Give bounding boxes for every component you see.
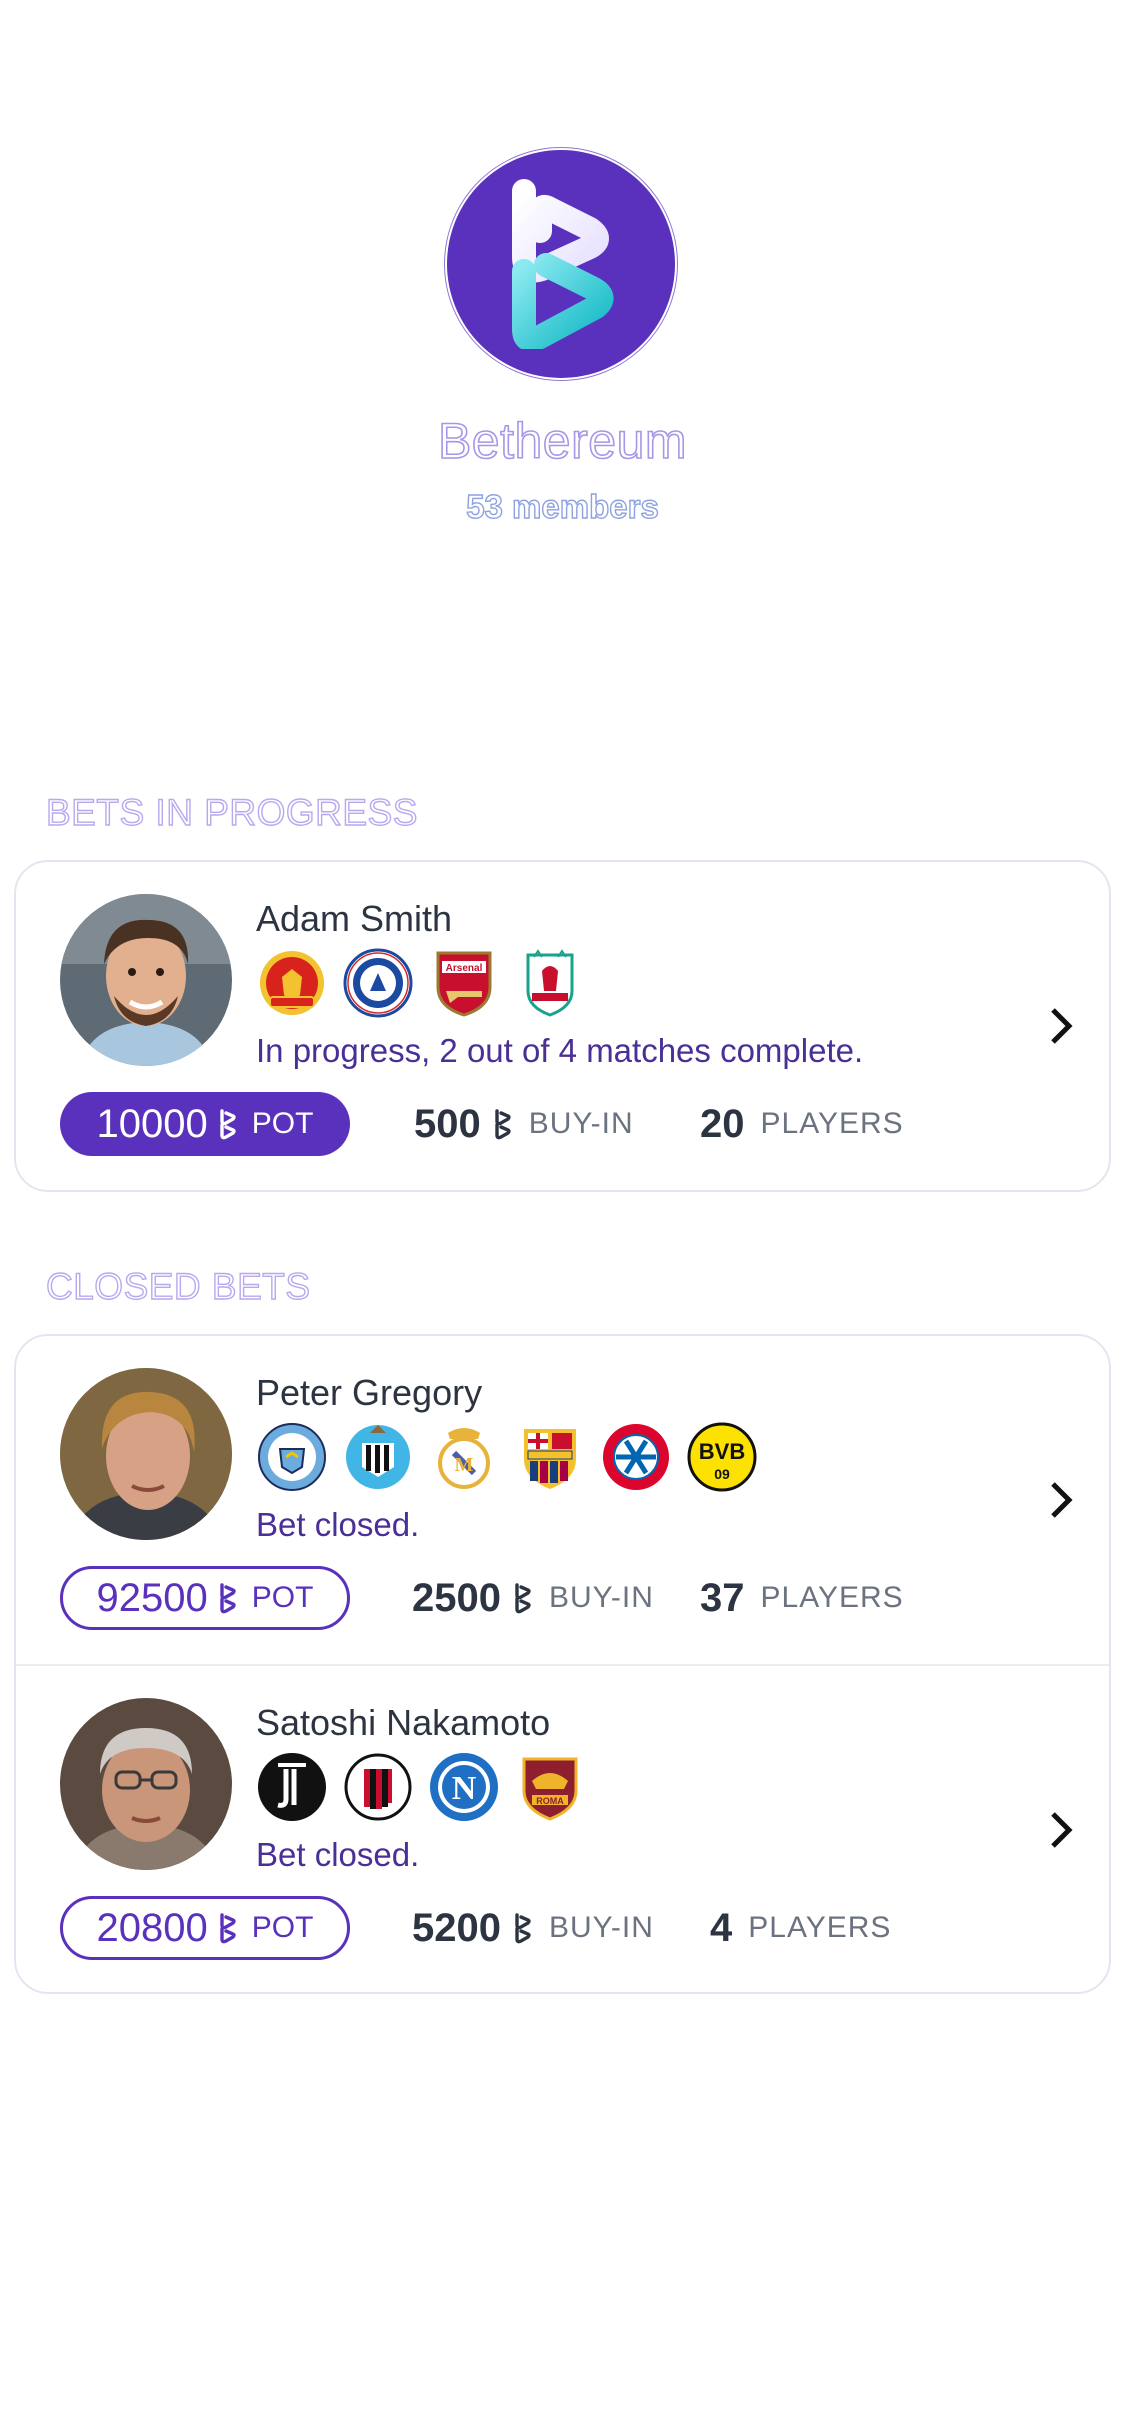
svg-text:09: 09 bbox=[714, 1466, 730, 1482]
section-title-in-progress: BETS IN PROGRESS bbox=[45, 791, 418, 833]
fc-barcelona-crest-icon bbox=[524, 1429, 576, 1489]
chelsea-crest-icon bbox=[343, 948, 413, 1018]
players-value: 4 bbox=[710, 1905, 733, 1950]
ac-milan-crest-icon bbox=[344, 1753, 412, 1821]
players-stat: 20 PLAYERS bbox=[700, 1092, 904, 1156]
bethereum-logo-icon bbox=[512, 179, 614, 349]
avatar bbox=[60, 1698, 232, 1870]
napoli-crest-icon: N bbox=[430, 1753, 498, 1821]
players-value: 20 bbox=[700, 1101, 745, 1146]
player-name: Peter Gregory bbox=[256, 1372, 483, 1413]
players-stat: 4 PLAYERS bbox=[710, 1896, 891, 1960]
pot-label: POT bbox=[251, 1581, 314, 1614]
players-label: PLAYERS bbox=[760, 1581, 904, 1614]
bet-stats: 92500 POT 2500 BUY-IN 37 PLAYERS bbox=[60, 1566, 1080, 1632]
real-madrid-crest-icon: M bbox=[438, 1428, 490, 1489]
pot-badge: 92500 POT bbox=[60, 1566, 350, 1630]
pot-value: 92500 bbox=[96, 1575, 208, 1620]
bet-status: Bet closed. bbox=[256, 1836, 420, 1873]
bethereum-coin-icon bbox=[220, 1109, 236, 1140]
bet-stats: 10000 POT 500 BUY-IN 20 PLAYERS bbox=[60, 1092, 1080, 1158]
avatar-image bbox=[60, 894, 232, 1066]
bethereum-coin-icon bbox=[220, 1913, 236, 1944]
player-name: Adam Smith bbox=[256, 898, 453, 939]
team-logos: M BVB 09 bbox=[256, 1420, 758, 1494]
group-name: Bethereum bbox=[437, 412, 688, 470]
team-logos: Arsenal bbox=[256, 946, 586, 1020]
buyin-value: 5200 bbox=[412, 1905, 501, 1950]
buyin-label: BUY-IN bbox=[548, 1911, 654, 1944]
pot-value: 10000 bbox=[96, 1101, 208, 1146]
svg-text:Arsenal: Arsenal bbox=[446, 963, 483, 974]
svg-text:BVB: BVB bbox=[699, 1439, 745, 1464]
svg-text:M: M bbox=[455, 1454, 474, 1476]
team-logos: N ROMA bbox=[256, 1750, 586, 1824]
bet-status: Bet closed. bbox=[256, 1506, 420, 1543]
liverpool-crest-icon bbox=[526, 949, 574, 1017]
fc-bayern-crest-icon bbox=[603, 1424, 669, 1490]
buyin-stat: 500 BUY-IN bbox=[414, 1092, 634, 1156]
players-value: 37 bbox=[700, 1575, 745, 1620]
in-progress-card: Adam Smith Arsenal In progress, 2 out of… bbox=[14, 860, 1111, 1192]
arsenal-crest-icon: Arsenal bbox=[436, 951, 492, 1017]
juventus-crest-icon bbox=[258, 1753, 326, 1821]
newcastle-united-crest-icon bbox=[346, 1425, 410, 1489]
buyin-value: 2500 bbox=[412, 1575, 501, 1620]
bethereum-coin-icon bbox=[515, 1583, 531, 1614]
group-member-count: 53 members bbox=[465, 487, 659, 525]
avatar bbox=[60, 1368, 232, 1540]
buyin-value: 500 bbox=[414, 1101, 481, 1146]
avatar-image bbox=[60, 1368, 232, 1540]
player-name: Satoshi Nakamoto bbox=[256, 1702, 551, 1743]
bet-stats: 20800 POT 5200 BUY-IN 4 PLAYERS bbox=[60, 1896, 1080, 1962]
bet-row[interactable]: Adam Smith Arsenal In progress, 2 out of… bbox=[16, 862, 1109, 1190]
as-roma-crest-icon: ROMA bbox=[522, 1757, 578, 1821]
svg-text:N: N bbox=[452, 1770, 477, 1807]
chevron-right-icon[interactable] bbox=[1041, 1000, 1081, 1052]
avatar-image bbox=[60, 1698, 232, 1870]
buyin-label: BUY-IN bbox=[528, 1107, 634, 1140]
pot-label: POT bbox=[251, 1911, 314, 1944]
bvb-09-crest-icon: BVB 09 bbox=[687, 1422, 757, 1492]
pot-value: 20800 bbox=[96, 1905, 208, 1950]
players-label: PLAYERS bbox=[748, 1911, 892, 1944]
players-stat: 37 PLAYERS bbox=[700, 1566, 904, 1630]
closed-bets-card: Peter Gregory M BVB 09 Bet closed. 92500… bbox=[14, 1334, 1111, 1994]
bethereum-coin-icon bbox=[515, 1913, 531, 1944]
manchester-city-crest-icon bbox=[258, 1423, 326, 1491]
pot-badge: 20800 POT bbox=[60, 1896, 350, 1960]
buyin-stat: 5200 BUY-IN bbox=[412, 1896, 654, 1960]
buyin-label: BUY-IN bbox=[548, 1581, 654, 1614]
bethereum-coin-icon bbox=[220, 1583, 236, 1614]
bet-row[interactable]: Peter Gregory M BVB 09 Bet closed. 92500… bbox=[16, 1336, 1109, 1664]
players-label: PLAYERS bbox=[760, 1107, 904, 1140]
bet-status: In progress, 2 out of 4 matches complete… bbox=[256, 1032, 864, 1069]
avatar bbox=[60, 894, 232, 1066]
chevron-right-icon[interactable] bbox=[1041, 1474, 1081, 1526]
svg-text:ROMA: ROMA bbox=[536, 1796, 564, 1806]
bethereum-coin-icon bbox=[495, 1109, 511, 1140]
pot-label: POT bbox=[251, 1107, 314, 1140]
section-title-closed: CLOSED BETS bbox=[45, 1265, 311, 1307]
pot-badge: 10000 POT bbox=[60, 1092, 350, 1156]
buyin-stat: 2500 BUY-IN bbox=[412, 1566, 654, 1630]
bet-row[interactable]: Satoshi Nakamoto N ROMA Bet closed. 2080… bbox=[16, 1664, 1109, 1992]
manchester-united-crest-icon bbox=[260, 951, 324, 1015]
group-logo bbox=[447, 150, 675, 378]
chevron-right-icon[interactable] bbox=[1041, 1804, 1081, 1856]
